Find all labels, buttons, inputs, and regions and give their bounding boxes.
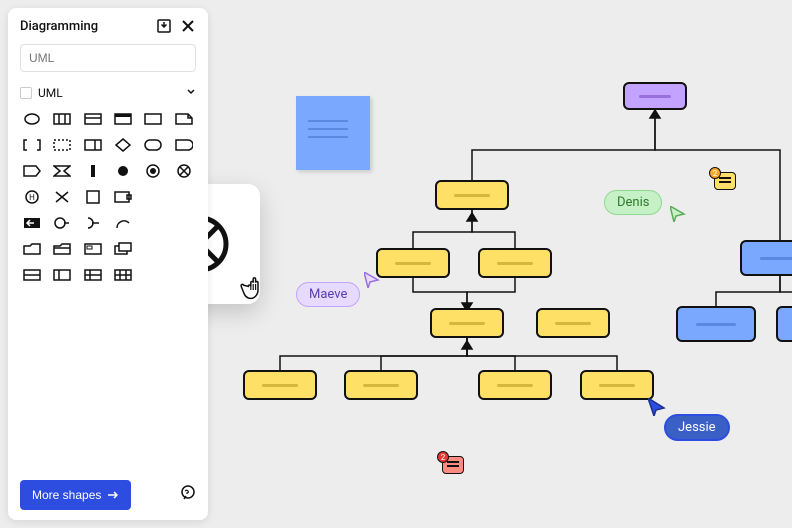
comment-badge: 2 — [709, 167, 721, 179]
user-label: Jessie — [678, 420, 716, 435]
checkbox-icon[interactable] — [20, 87, 32, 99]
shape-arc[interactable] — [111, 214, 135, 232]
node-a1[interactable] — [376, 248, 450, 278]
shape-rect[interactable] — [141, 110, 165, 128]
node-r2[interactable] — [676, 306, 756, 342]
shape-dashed-rect[interactable] — [50, 136, 74, 154]
cursor-denis — [670, 206, 686, 222]
category-header[interactable]: UML — [20, 82, 196, 104]
shape-halfround[interactable] — [172, 136, 196, 154]
shape-square[interactable] — [81, 188, 105, 206]
shape-folder2[interactable] — [50, 240, 74, 258]
close-icon[interactable] — [180, 18, 196, 34]
shape-note[interactable] — [172, 110, 196, 128]
category-label: UML — [38, 86, 63, 100]
user-pill-maeve: Maeve — [296, 282, 360, 307]
shape-tag[interactable] — [20, 162, 44, 180]
user-label: Maeve — [309, 287, 347, 302]
grab-cursor-icon — [240, 272, 270, 302]
shape-empty — [141, 214, 165, 232]
shape-circle-arrow[interactable] — [50, 214, 74, 232]
user-pill-denis: Denis — [604, 190, 662, 215]
cursor-maeve — [364, 272, 380, 288]
shape-diamond[interactable] — [111, 136, 135, 154]
shape-filled-circle[interactable] — [111, 162, 135, 180]
shape-hsplit[interactable] — [20, 266, 44, 284]
comment-bubble[interactable]: 2 — [714, 172, 736, 190]
shape-vsplit[interactable] — [50, 266, 74, 284]
node-c3[interactable] — [478, 370, 552, 400]
shape-half-circle[interactable] — [81, 214, 105, 232]
shape-port-right[interactable] — [111, 188, 135, 206]
shape-empty — [141, 240, 165, 258]
shape-grid2[interactable] — [81, 266, 105, 284]
shape-grid3[interactable] — [111, 266, 135, 284]
shape-header-rect[interactable] — [81, 110, 105, 128]
shapes-sidebar: Diagramming UML — [8, 8, 208, 520]
shape-grid: H — [20, 110, 196, 284]
shape-bar[interactable] — [81, 162, 105, 180]
shape-overlap[interactable] — [111, 240, 135, 258]
shape-empty — [141, 266, 165, 284]
node-c4[interactable] — [580, 370, 654, 400]
user-pill-jessie: Jessie — [664, 414, 730, 441]
cursor-jessie — [648, 398, 666, 416]
shape-ellipse[interactable] — [20, 110, 44, 128]
sidebar-title: Diagramming — [20, 19, 98, 34]
more-shapes-label: More shapes — [32, 488, 101, 502]
shape-title-rect[interactable] — [111, 110, 135, 128]
node-a[interactable] — [435, 180, 509, 210]
shape-folder[interactable] — [20, 240, 44, 258]
node-r3[interactable] — [776, 306, 792, 342]
shape-empty — [172, 266, 196, 284]
shape-empty — [172, 240, 196, 258]
shape-empty — [172, 188, 196, 206]
shape-empty — [141, 188, 165, 206]
node-b2[interactable] — [536, 308, 610, 338]
svg-text:H: H — [29, 193, 35, 202]
shape-target[interactable] — [141, 162, 165, 180]
node-r1[interactable] — [740, 240, 792, 276]
shape-compartment[interactable] — [81, 136, 105, 154]
sidebar-header: Diagramming — [20, 18, 196, 34]
shape-rounded[interactable] — [141, 136, 165, 154]
sticky-note[interactable] — [296, 96, 370, 170]
more-shapes-button[interactable]: More shapes — [20, 480, 131, 510]
node-b[interactable] — [430, 308, 504, 338]
shape-sigma[interactable] — [50, 162, 74, 180]
shape-x[interactable] — [50, 188, 74, 206]
comment-badge: 2 — [437, 451, 449, 463]
shape-card[interactable] — [81, 240, 105, 258]
shape-open-rect[interactable] — [20, 136, 44, 154]
chat-icon[interactable] — [180, 485, 196, 505]
node-c2[interactable] — [344, 370, 418, 400]
node-a2[interactable] — [478, 248, 552, 278]
search-input[interactable] — [20, 44, 196, 72]
node-root[interactable] — [623, 82, 687, 110]
shape-empty — [172, 214, 196, 232]
import-icon[interactable] — [156, 18, 172, 34]
shape-split-rect[interactable] — [50, 110, 74, 128]
chevron-down-icon[interactable] — [186, 86, 196, 100]
shape-circle-cross[interactable] — [172, 162, 196, 180]
shape-circle-h[interactable]: H — [20, 188, 44, 206]
comment-bubble[interactable]: 2 — [442, 456, 464, 474]
shape-back[interactable] — [20, 214, 44, 232]
arrow-right-icon — [107, 490, 119, 500]
node-c1[interactable] — [243, 370, 317, 400]
user-label: Denis — [617, 195, 649, 210]
